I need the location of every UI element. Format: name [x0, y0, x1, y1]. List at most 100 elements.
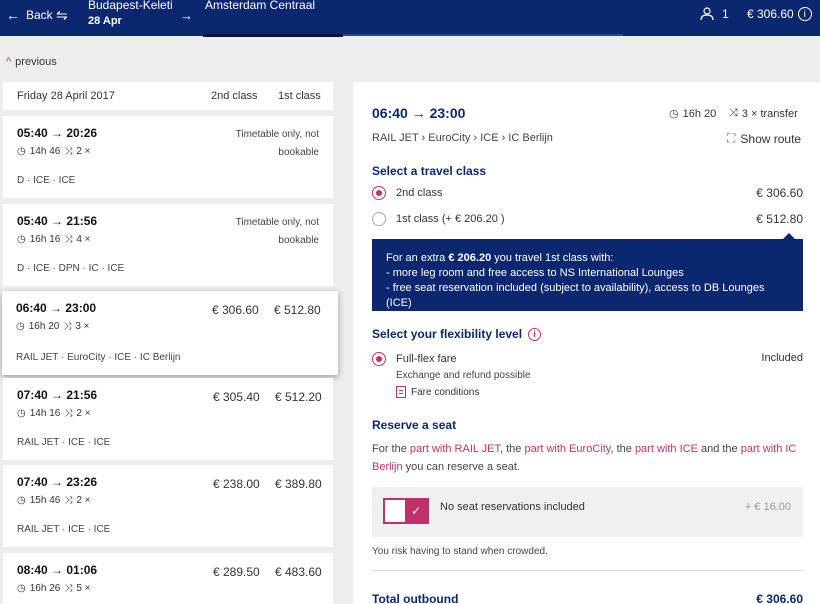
journey-trains: D · ICE · DPN · IC · ICE	[17, 263, 125, 274]
journey-transfers: 5 ×	[76, 583, 91, 594]
clock-icon: ◷	[669, 108, 679, 120]
transfer-icon: ⤨	[64, 583, 73, 594]
journey-trains: D · ICE · ICE	[17, 175, 76, 186]
journey-card[interactable]: 08:40 → 01:06 ◷ 16h 26 ⤨ 5 × € 289.50 € …	[3, 553, 333, 604]
fare-conditions-label: Fare conditions	[411, 386, 480, 398]
journey-card[interactable]: 07:40 → 21:56 ◷ 14h 16 ⤨ 2 × RAIL JET · …	[3, 378, 333, 460]
journey-times: 08:40 → 01:06	[17, 563, 98, 577]
journey-duration: 16h 26	[29, 583, 61, 594]
detail-transfers-value: 3 × transfer	[741, 107, 798, 120]
detail-transfers: ⤨ 3 × transfer	[729, 107, 798, 120]
class-2nd-label: 2nd class	[396, 187, 443, 199]
class-2nd-price: € 306.60	[756, 186, 803, 200]
transfer-icon: ⤨	[64, 234, 73, 245]
swap-direction-icon[interactable]: ⇋	[56, 7, 68, 24]
previous-link[interactable]: ^ previous	[6, 56, 57, 68]
upsell-info-box: For an extra € 206.20 you travel 1st cla…	[372, 233, 803, 311]
seat-reservation-toggle[interactable]: ✓	[383, 498, 429, 524]
price-1st-class[interactable]: € 512.20	[275, 390, 322, 404]
class-1st-option[interactable]: 1st class (+ € 206.20 )	[372, 212, 505, 226]
class-2nd-option[interactable]: 2nd class	[372, 186, 442, 200]
origin-station: Budapest-Keleti	[88, 0, 173, 12]
seat-part-link[interactable]: part with ICE	[635, 443, 698, 455]
reserve-seat-heading: Reserve a seat	[372, 418, 457, 432]
price-2nd-class[interactable]: € 238.00	[213, 477, 260, 491]
journey-card[interactable]: 05:40 → 20:26 ◷ 14h 46 ⤨ 2 × D · ICE · I…	[3, 116, 333, 198]
origin-block[interactable]: Budapest-Keleti 28 Apr	[88, 0, 173, 28]
price-1st-class[interactable]: € 512.80	[274, 303, 321, 317]
detail-trains: RAIL JET › EuroCity › ICE › IC Berlijn	[372, 132, 553, 144]
transfer-icon: ⤨	[64, 146, 73, 157]
flex-included: Included	[761, 352, 803, 364]
journey-trains: RAIL JET · ICE · ICE	[17, 437, 111, 448]
journey-times: 07:40 → 23:26	[17, 475, 98, 489]
total-outbound-label: Total outbound	[372, 592, 459, 604]
detail-times: 06:40 → 23:00	[372, 105, 466, 121]
destination-station[interactable]: Amsterdam Centraal	[205, 0, 315, 12]
transfer-icon: ⤨	[64, 408, 73, 419]
top-bar: ← Back ⇋ Budapest-Keleti 28 Apr → Amster…	[0, 0, 820, 37]
radio-selected[interactable]	[372, 186, 386, 200]
journey-times: 07:40 → 21:56	[17, 388, 98, 402]
divider	[372, 570, 803, 571]
transfer-icon: ⤨	[63, 321, 72, 332]
upsell-amount: € 206.20	[448, 252, 492, 264]
seat-part-link[interactable]: part with EuroCity	[524, 443, 610, 455]
arrow-right-icon: →	[180, 8, 193, 23]
class-1st-label: 1st class (+ € 206.20 )	[396, 213, 505, 225]
upsell-benefit: - free seat reservation included (subjec…	[386, 282, 765, 309]
seat-text: For the	[372, 443, 407, 455]
journey-card[interactable]: 07:40 → 23:26 ◷ 15h 46 ⤨ 2 × RAIL JET · …	[3, 465, 333, 547]
back-label: Back	[26, 8, 53, 22]
show-route-link[interactable]: ⛶ Show route	[727, 131, 801, 146]
radio-unselected[interactable]	[372, 212, 386, 226]
seat-text: you can reserve a seat.	[405, 461, 520, 473]
full-flex-option[interactable]: Full-flex fare	[372, 352, 457, 366]
price-2nd-class[interactable]: € 306.60	[212, 303, 259, 317]
upsell-intro-line: For an extra € 206.20 you travel 1st cla…	[386, 251, 789, 266]
info-icon[interactable]: i	[797, 7, 812, 21]
flexibility-heading-text: Select your flexibility level	[372, 327, 523, 341]
transfer-icon: ⤨	[729, 107, 738, 119]
price-1st-class[interactable]: € 483.60	[275, 565, 322, 579]
date-label: Friday 28 April 2017	[17, 90, 115, 102]
journey-card-selected[interactable]: 06:40 → 23:00 ◷ 16h 20 ⤨ 3 × RAIL JET · …	[2, 291, 338, 375]
fare-conditions-link[interactable]: Fare conditions	[396, 386, 479, 398]
back-arrow-icon: ←	[6, 7, 20, 23]
radio-selected[interactable]	[372, 352, 386, 366]
back-button[interactable]: ← Back	[6, 7, 53, 23]
journey-trains: RAIL JET · EuroCity · ICE · IC Berlijn	[16, 352, 181, 363]
journey-meta: ◷ 14h 16 ⤨ 2 ×	[17, 408, 319, 419]
flexibility-heading: Select your flexibility level i	[372, 327, 542, 341]
flex-description: Exchange and refund possible	[396, 370, 531, 381]
passengers-button[interactable]: 1	[700, 7, 729, 21]
standing-risk-note: You risk having to stand when crowded.	[372, 546, 548, 557]
transfer-icon: ⤨	[64, 495, 73, 506]
journey-meta: ◷ 15h 46 ⤨ 2 ×	[17, 495, 319, 506]
journey-card[interactable]: 05:40 → 21:56 ◷ 16h 16 ⤨ 4 × D · ICE · D…	[3, 204, 333, 286]
info-icon[interactable]: i	[528, 327, 542, 341]
journey-meta: ◷ 16h 26 ⤨ 5 ×	[17, 583, 319, 594]
price-2nd-class[interactable]: € 305.40	[213, 390, 260, 404]
travel-class-heading: Select a travel class	[372, 164, 487, 178]
clock-icon: ◷	[16, 321, 25, 332]
seat-reservation-price: + € 16.00	[744, 501, 791, 513]
journey-detail-panel: 06:40 → 23:00 ◷ 16h 20 ⤨ 3 × transfer RA…	[353, 82, 820, 604]
journey-duration: 16h 16	[29, 234, 61, 245]
person-icon	[700, 7, 714, 21]
header-price[interactable]: € 306.60 i	[747, 7, 812, 21]
clock-icon: ◷	[17, 146, 26, 157]
clock-icon: ◷	[17, 495, 26, 506]
detail-duration-value: 16h 20	[682, 107, 717, 120]
passenger-count: 1	[722, 7, 729, 21]
map-icon: ⛶	[727, 131, 736, 145]
price-2nd-class[interactable]: € 289.50	[213, 565, 260, 579]
journey-note: Timetable only, not bookable	[235, 129, 319, 158]
price-1st-class[interactable]: € 389.80	[275, 477, 322, 491]
seat-part-link[interactable]: part with RAIL JET	[410, 443, 500, 455]
journey-transfers: 2 ×	[76, 408, 91, 419]
class-1st-price: € 512.80	[756, 212, 803, 226]
seat-text: , the	[610, 443, 632, 455]
journey-transfers: 2 ×	[76, 495, 91, 506]
journey-duration: 14h 46	[29, 146, 61, 157]
